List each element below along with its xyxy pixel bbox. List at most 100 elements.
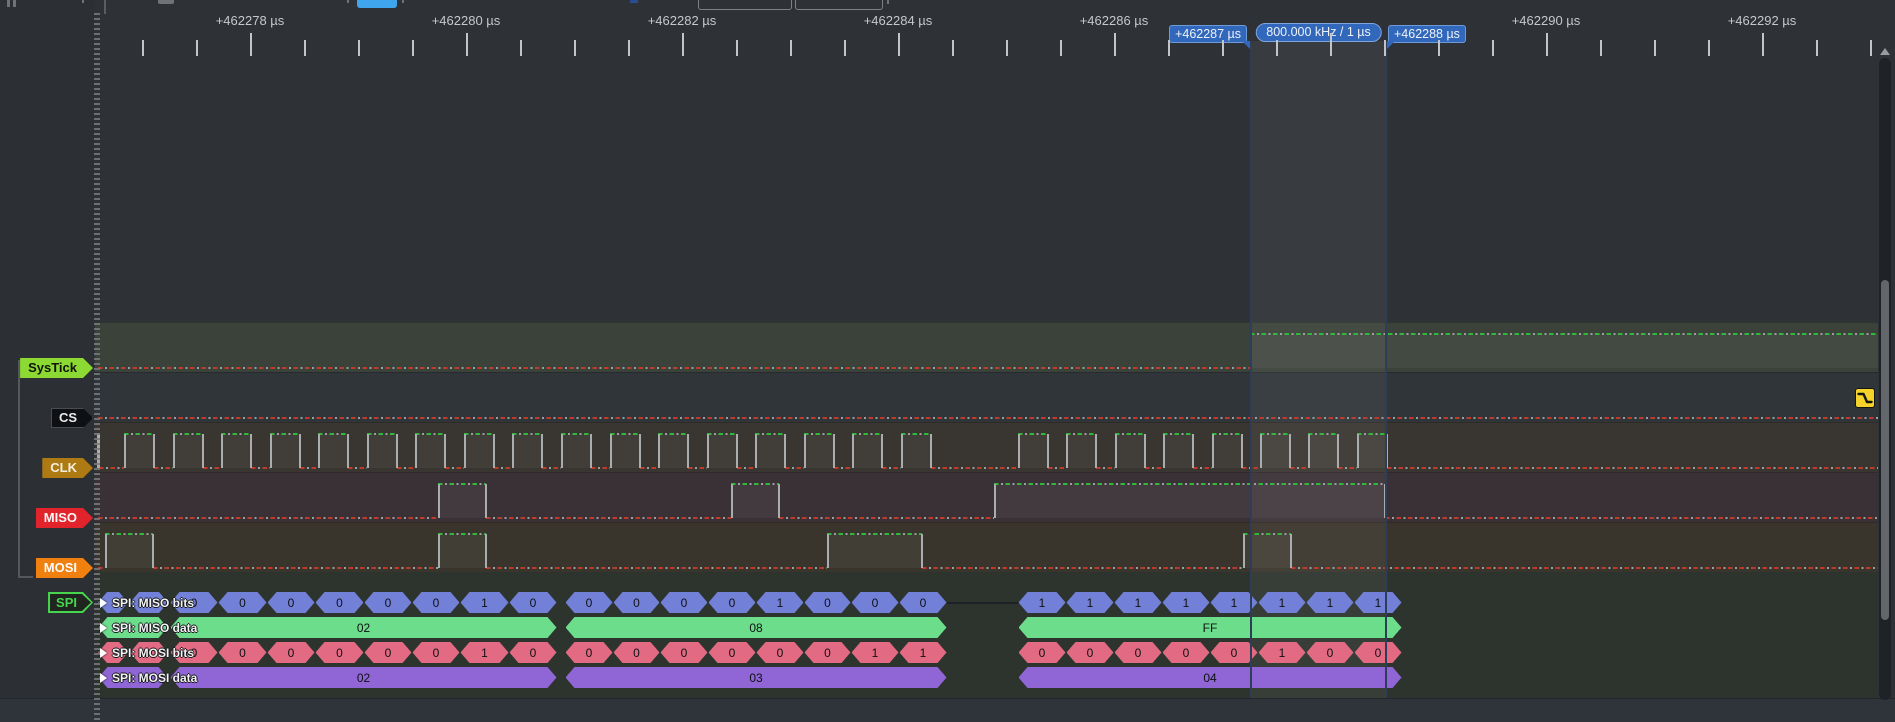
signal-falling-edge: [493, 434, 495, 468]
decoder-tag-spi-inner: SPI: [50, 594, 91, 611]
ruler-minor-tick: [628, 40, 630, 56]
signal-falling-edge: [444, 434, 446, 468]
signal-falling-edge: [639, 434, 641, 468]
signal-falling-edge: [778, 484, 780, 518]
decoder-row-label[interactable]: SPI: MOSI data: [100, 667, 197, 688]
signal-pulse: [438, 534, 486, 568]
ruler-minor-tick: [1438, 40, 1440, 56]
toolbar-remnant-mark: [887, 0, 889, 4]
channel-band-miso: [95, 472, 1878, 523]
signal-high-segment: [1163, 433, 1193, 435]
decode-data-annotation: 08: [566, 617, 947, 638]
decoder-row-label[interactable]: SPI: MISO bits: [100, 592, 194, 613]
ruler-major-tick: [898, 33, 900, 56]
decode-bit-annotation: 0: [365, 642, 412, 663]
decode-bit-annotation: 0: [1067, 642, 1114, 663]
cursor-line[interactable]: [1385, 41, 1387, 698]
signal-rising-edge: [438, 484, 440, 518]
signal-pulse: [901, 434, 931, 468]
decoder-row-label-text: SPI: MOSI bits: [112, 646, 194, 660]
signal-high-segment: [1308, 433, 1338, 435]
decoder-row-label[interactable]: SPI: MOSI bits: [100, 642, 194, 663]
signal-pulse: [512, 434, 542, 468]
signal-pulse: [561, 434, 591, 468]
cursor-line[interactable]: [1250, 41, 1252, 698]
channel-tag-mosi[interactable]: MOSI: [36, 558, 93, 578]
signal-low-segment: [98, 367, 1250, 369]
signal-low-segment: [882, 467, 901, 469]
signal-rising-edge: [804, 434, 806, 468]
toolbar-remnant-indicator: [630, 0, 638, 3]
decode-bit-annotation: 0: [413, 642, 460, 663]
signal-low-segment: [486, 517, 731, 519]
toolbar-remnant-mark: [402, 0, 404, 3]
signal-rising-edge: [610, 434, 612, 468]
ruler-time-label: +462290 µs: [1512, 13, 1581, 28]
toolbar-remnant-divider: [104, 0, 106, 14]
signal-low-segment: [494, 467, 512, 469]
decode-bit-annotation: 0: [900, 592, 947, 613]
expand-triangle-icon[interactable]: [100, 598, 107, 608]
ruler-minor-tick: [358, 40, 360, 56]
signal-pulse: [1018, 434, 1048, 468]
signal-low-segment: [779, 517, 994, 519]
channel-band-clk: [95, 422, 1878, 473]
toolbar-combobox-remnant[interactable]: [698, 0, 792, 10]
signal-high-segment: [438, 533, 486, 535]
signal-falling-edge: [250, 434, 252, 468]
ruler-major-tick: [466, 33, 468, 56]
toolbar-remnant-mark: [82, 0, 84, 3]
expand-triangle-icon[interactable]: [100, 623, 107, 633]
toolbar-grip-bar: [7, 0, 10, 7]
cursor2-tag[interactable]: +462288 µs: [1388, 25, 1466, 43]
signal-low-segment: [785, 467, 804, 469]
signal-falling-edge: [1192, 434, 1194, 468]
ruler-minor-tick: [1870, 40, 1872, 56]
measurement-pill[interactable]: 800.000 kHz / 1 µs: [1255, 23, 1381, 42]
signal-rising-edge: [755, 434, 757, 468]
signal-low-segment: [251, 467, 270, 469]
decode-bit-annotation: 1: [900, 642, 947, 663]
signal-low-segment: [922, 567, 1243, 569]
signal-rising-edge: [221, 434, 223, 468]
signal-low-segment: [154, 467, 173, 469]
cursor1-tag[interactable]: +462287 µs: [1169, 25, 1247, 43]
signal-rising-edge: [994, 484, 996, 518]
signal-high-segment: [173, 433, 203, 435]
decoder-row-label[interactable]: SPI: MISO data: [100, 617, 197, 638]
signal-pulse: [1250, 334, 1878, 368]
toolbar-remnant-mark: [347, 0, 349, 3]
decode-bit-annotation: 0: [219, 592, 267, 613]
decode-bit-annotation: 1: [1019, 592, 1066, 613]
signal-pulse: [755, 434, 785, 468]
signal-high-segment: [1212, 433, 1242, 435]
scrollbar-up-arrow-icon[interactable]: [1880, 48, 1890, 55]
signal-high-segment: [1357, 433, 1387, 435]
ruler-time-label: +462282 µs: [648, 13, 717, 28]
channel-group-bracket: [18, 360, 33, 578]
decode-bit-annotation: 1: [1067, 592, 1114, 613]
signal-falling-edge: [930, 434, 932, 468]
signal-pulse: [1066, 434, 1096, 468]
signal-high-segment: [415, 433, 445, 435]
channel-tag-clk[interactable]: CLK: [42, 458, 93, 478]
decode-bit-annotation: 0: [805, 592, 851, 613]
signal-pulse: [610, 434, 640, 468]
vertical-scrollbar-thumb[interactable]: [1881, 280, 1889, 620]
signal-high-segment: [755, 433, 785, 435]
trigger-falling-edge-icon[interactable]: [1855, 388, 1875, 408]
signal-pulse: [852, 434, 882, 468]
signal-rising-edge: [124, 434, 126, 468]
channel-tag-miso[interactable]: MISO: [36, 508, 93, 528]
signal-pulse: [658, 434, 688, 468]
channel-tag-systick[interactable]: SysTick: [20, 358, 93, 378]
decoder-row-label-text: SPI: MISO bits: [112, 596, 194, 610]
decode-bit-annotation: 1: [757, 592, 804, 613]
expand-triangle-icon[interactable]: [100, 648, 107, 658]
toolbar-blue-button[interactable]: [357, 0, 397, 8]
ruler-major-tick: [1114, 33, 1116, 56]
expand-triangle-icon[interactable]: [100, 673, 107, 683]
toolbar-combobox-remnant[interactable]: [795, 0, 883, 10]
decode-data-annotation: 03: [566, 667, 947, 688]
cursor1-tag-pointer: [1242, 41, 1250, 49]
